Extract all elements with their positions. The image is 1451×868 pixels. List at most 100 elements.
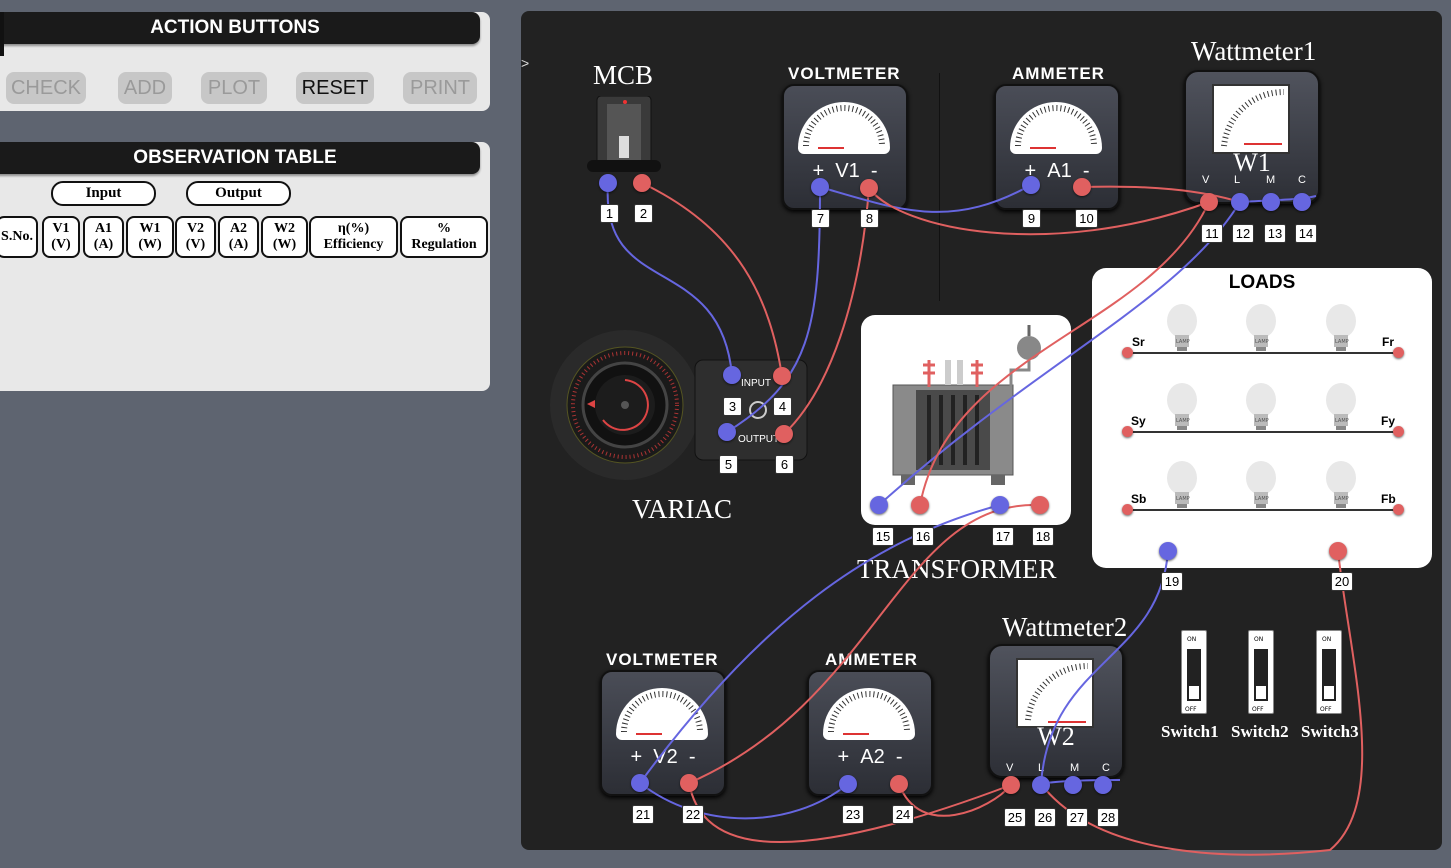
switch1-label: Switch1: [1161, 722, 1219, 741]
lamp-y3-text: LAMP: [1335, 418, 1349, 424]
terminal-16[interactable]: [911, 496, 929, 514]
load-label-sy: Sy: [1131, 414, 1146, 428]
lamp-y2-text: LAMP: [1255, 418, 1269, 424]
lamp-r1[interactable]: LAMP: [1166, 303, 1198, 353]
terminal-24[interactable]: [890, 775, 908, 793]
terminal-9[interactable]: [1022, 176, 1040, 194]
col-regulation: % Regulation: [400, 216, 488, 258]
terminal-25[interactable]: [1002, 776, 1020, 794]
terminal-1[interactable]: [599, 174, 617, 192]
terminal-number-13: 13: [1264, 224, 1286, 243]
terminal-6[interactable]: [775, 425, 793, 443]
terminal-number-16: 16: [912, 527, 934, 546]
ammeter2-name: A2: [860, 746, 885, 768]
switch3[interactable]: ON OFF: [1316, 630, 1342, 714]
terminal-21[interactable]: [631, 774, 649, 792]
add-button[interactable]: ADD: [118, 72, 172, 104]
lamp-b1-text: LAMP: [1176, 496, 1190, 502]
observation-table-title: OBSERVATION TABLE: [0, 142, 480, 174]
lamp-y1-text: LAMP: [1176, 418, 1190, 424]
lamp-y1[interactable]: LAMP: [1166, 382, 1198, 432]
col-sno: S.No.: [0, 216, 38, 258]
terminal-3[interactable]: [723, 366, 741, 384]
terminal-19[interactable]: [1159, 542, 1177, 560]
lamp-r3[interactable]: LAMP: [1325, 303, 1357, 353]
terminal-number-18: 18: [1032, 527, 1054, 546]
lamp-b1[interactable]: LAMP: [1166, 460, 1198, 510]
terminal-10[interactable]: [1073, 178, 1091, 196]
terminal-4[interactable]: [773, 367, 791, 385]
terminal-number-11: 11: [1201, 224, 1223, 243]
lamp-r2[interactable]: LAMP: [1245, 303, 1277, 353]
lamp-b2[interactable]: LAMP: [1245, 460, 1277, 510]
wattmeter1-dial: [1212, 84, 1290, 154]
voltmeter1-title: VOLTMETER: [788, 64, 901, 83]
lamp-r1-text: LAMP: [1176, 339, 1190, 345]
terminal-20[interactable]: [1329, 542, 1347, 560]
terminal-18[interactable]: [1031, 496, 1049, 514]
print-button[interactable]: PRINT: [403, 72, 477, 104]
lamp-b3-text: LAMP: [1335, 496, 1349, 502]
terminal-number-4: 4: [773, 397, 792, 416]
terminal-17[interactable]: [991, 496, 1009, 514]
terminal-2[interactable]: [633, 174, 651, 192]
lamp-b2-text: LAMP: [1255, 496, 1269, 502]
col-w2: W2 (W): [261, 216, 308, 258]
wattmeter2-term-l: L: [1038, 762, 1045, 774]
terminal-22[interactable]: [680, 774, 698, 792]
terminal-13[interactable]: [1262, 193, 1280, 211]
plot-button[interactable]: PLOT: [201, 72, 267, 104]
terminal-14[interactable]: [1293, 193, 1311, 211]
voltmeter1: + V1 -: [782, 84, 908, 210]
check-button[interactable]: CHECK: [6, 72, 86, 104]
transformer-icon: [892, 325, 1041, 485]
ammeter2: + A2 -: [807, 670, 933, 796]
switch3-off-text: OFF: [1320, 706, 1332, 713]
load-terminal-fb[interactable]: [1393, 504, 1404, 515]
terminal-number-26: 26: [1034, 808, 1056, 827]
terminal-27[interactable]: [1064, 776, 1082, 794]
wattmeter2-name: W2: [1037, 722, 1075, 751]
mcb-icon[interactable]: [585, 96, 665, 192]
variac-label: VARIAC: [632, 494, 733, 524]
variac-input-text: INPUT: [741, 378, 771, 389]
wattmeter1-term-c: C: [1298, 174, 1306, 186]
lamp-y2[interactable]: LAMP: [1245, 382, 1277, 432]
load-terminal-fr[interactable]: [1393, 347, 1404, 358]
terminal-12[interactable]: [1231, 193, 1249, 211]
terminal-number-3: 3: [723, 397, 742, 416]
terminal-26[interactable]: [1032, 776, 1050, 794]
ammeter1: + A1 -: [994, 84, 1120, 210]
observation-table-panel: OBSERVATION TABLE: [0, 142, 490, 391]
terminal-7[interactable]: [811, 178, 829, 196]
load-terminal-fy[interactable]: [1393, 426, 1404, 437]
load-label-sb: Sb: [1131, 492, 1147, 506]
terminal-23[interactable]: [839, 775, 857, 793]
voltmeter2-minus: -: [688, 746, 696, 768]
load-terminal-sb[interactable]: [1122, 504, 1133, 515]
reset-button[interactable]: RESET: [296, 72, 374, 104]
terminal-5[interactable]: [718, 423, 736, 441]
ammeter2-title: AMMETER: [825, 650, 918, 669]
lamp-b3[interactable]: LAMP: [1325, 460, 1357, 510]
terminal-number-14: 14: [1295, 224, 1317, 243]
terminal-8[interactable]: [860, 179, 878, 197]
terminal-number-10: 10: [1075, 209, 1098, 228]
terminal-11[interactable]: [1200, 193, 1218, 211]
ammeter2-plus: +: [837, 746, 850, 768]
load-label-fr: Fr: [1382, 335, 1394, 349]
wattmeter1-term-m: M: [1266, 174, 1276, 186]
wattmeter1-term-v: V: [1202, 174, 1210, 186]
switch2[interactable]: ON OFF: [1248, 630, 1274, 714]
action-buttons-panel: ACTION BUTTONS CHECK ADD PLOT RESET PRIN…: [0, 12, 490, 111]
terminal-28[interactable]: [1094, 776, 1112, 794]
load-terminal-sr[interactable]: [1122, 347, 1133, 358]
load-terminal-sy[interactable]: [1122, 426, 1133, 437]
voltmeter1-dial: [798, 102, 890, 154]
transformer-label: TRANSFORMER: [857, 554, 1057, 584]
divider-line: [939, 73, 940, 301]
terminal-15[interactable]: [870, 496, 888, 514]
switch1[interactable]: ON OFF: [1181, 630, 1207, 714]
lamp-y3[interactable]: LAMP: [1325, 382, 1357, 432]
wattmeter2: W2 V L M C: [988, 644, 1124, 778]
